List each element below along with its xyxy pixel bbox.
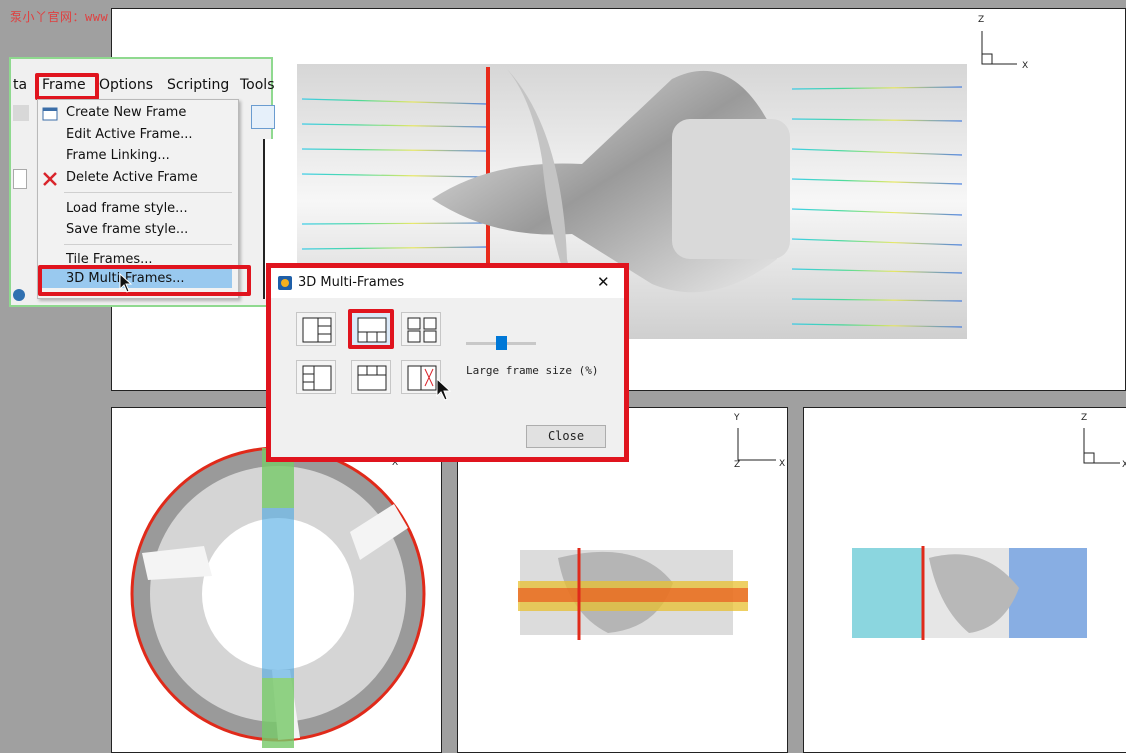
toolbar-icon	[13, 105, 29, 121]
frame-bottom-right[interactable]: Z X	[803, 407, 1126, 753]
menu-item-create-new-frame[interactable]: Create New Frame	[66, 105, 186, 120]
dialog-title: 3D Multi-Frames	[298, 275, 405, 290]
menubar-item-scripting[interactable]: Scripting	[167, 77, 229, 93]
layout-large-left-icon	[302, 317, 332, 343]
close-button[interactable]: Close	[526, 425, 606, 448]
menubar-item-data[interactable]: ta	[13, 77, 27, 93]
layout-grid-icon	[407, 317, 437, 343]
mouse-cursor-icon	[436, 378, 452, 401]
layout-large-left-button[interactable]	[296, 312, 336, 346]
menubar-item-tools[interactable]: Tools	[240, 77, 275, 93]
menu-item-frame-linking[interactable]: Frame Linking...	[66, 148, 170, 163]
axis-y-label-bm: Y	[733, 413, 740, 423]
toolbar-dropdown[interactable]	[13, 169, 27, 189]
layout-custom-button[interactable]	[401, 360, 441, 394]
dialog-titlebar[interactable]: 3D Multi-Frames ✕	[271, 268, 624, 298]
mouse-cursor-icon	[119, 273, 133, 293]
image-icon[interactable]	[251, 105, 275, 129]
gear-icon	[13, 289, 25, 301]
menu-item-save-frame-style[interactable]: Save frame style...	[66, 222, 188, 237]
multi-frames-dialog: 3D Multi-Frames ✕ Large frame size (%) C…	[266, 263, 629, 462]
layout-large-bottom-button[interactable]	[351, 360, 391, 394]
delete-x-icon	[43, 172, 57, 186]
dialog-body: Large frame size (%) Close	[271, 298, 624, 457]
menu-separator	[64, 192, 232, 193]
axis-x-label: X	[1022, 61, 1028, 71]
layout-large-left-3-button[interactable]	[296, 360, 336, 394]
new-frame-icon	[42, 107, 58, 121]
multi-frames-highlight	[38, 265, 251, 296]
axis-z-label-br: Z	[1081, 413, 1087, 423]
layout-large-left-3-icon	[302, 365, 332, 391]
layout-large-bottom-icon	[357, 365, 387, 391]
menu-item-load-frame-style[interactable]: Load frame style...	[66, 201, 188, 216]
axis-x-label-br: X	[1122, 460, 1126, 470]
axis-z-label: Z	[978, 15, 984, 25]
layout-custom-icon	[407, 365, 437, 391]
frame-br-render: Z X	[852, 413, 1126, 640]
selected-layout-highlight	[348, 309, 394, 349]
slider-label: Large frame size (%)	[466, 364, 599, 377]
menu-separator	[64, 244, 232, 245]
axis-z-label-bm: Z	[734, 460, 740, 470]
layout-grid-button[interactable]	[401, 312, 441, 346]
frame-size-slider-thumb[interactable]	[496, 336, 507, 350]
close-icon[interactable]: ✕	[597, 273, 610, 291]
axis-x-label-bm: X	[779, 459, 785, 469]
menu-item-edit-active-frame[interactable]: Edit Active Frame...	[66, 127, 193, 142]
menubar-item-options[interactable]: Options	[99, 77, 153, 93]
frame-menu-highlight	[35, 73, 99, 100]
frame-menu-panel: ta Frame Options Scripting Tools Create …	[9, 57, 275, 307]
app-logo-icon	[278, 276, 292, 290]
menu-item-delete-active-frame[interactable]: Delete Active Frame	[66, 170, 198, 185]
